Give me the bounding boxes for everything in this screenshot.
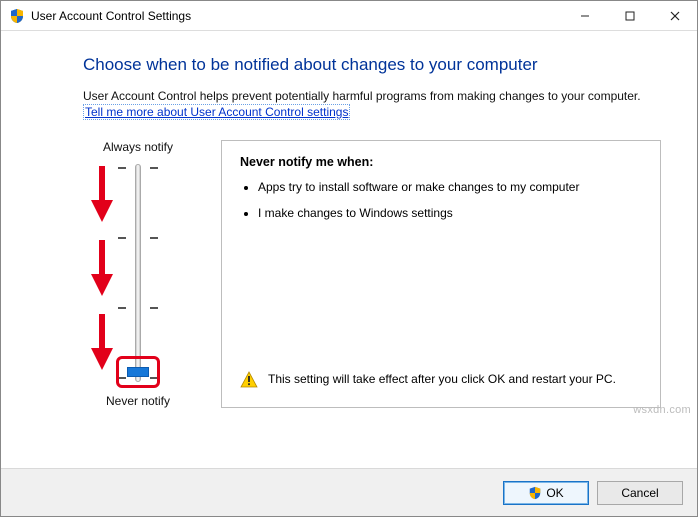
cancel-button-label: Cancel — [621, 486, 658, 500]
panel-bullet: I make changes to Windows settings — [258, 205, 642, 221]
panel-bullet: Apps try to install software or make cha… — [258, 179, 642, 195]
slider-thumb-highlight — [116, 356, 160, 388]
warning-icon — [240, 371, 258, 389]
slider-thumb[interactable] — [127, 367, 149, 377]
panel-title: Never notify me when: — [240, 155, 642, 169]
shield-icon — [528, 486, 542, 500]
slider-bottom-label: Never notify — [83, 394, 193, 408]
content-area: Choose when to be notified about changes… — [1, 31, 697, 468]
description-text: User Account Control helps prevent poten… — [83, 89, 661, 103]
window-title: User Account Control Settings — [31, 9, 191, 23]
description-panel: Never notify me when: Apps try to instal… — [221, 140, 661, 408]
maximize-button[interactable] — [607, 1, 652, 30]
warning-text: This setting will take effect after you … — [268, 371, 616, 387]
ok-button[interactable]: OK — [503, 481, 589, 505]
slider-top-label: Always notify — [83, 140, 193, 154]
minimize-button[interactable] — [562, 1, 607, 30]
help-link[interactable]: Tell me more about User Account Control … — [83, 104, 350, 120]
shield-icon — [9, 8, 25, 24]
cancel-button[interactable]: Cancel — [597, 481, 683, 505]
annotation-arrow-icon — [87, 162, 117, 226]
page-heading: Choose when to be notified about changes… — [83, 55, 661, 75]
close-button[interactable] — [652, 1, 697, 30]
slider-track[interactable] — [83, 162, 193, 384]
annotation-arrow-icon — [87, 236, 117, 300]
watermark-text: wsxdn.com — [633, 404, 691, 416]
titlebar: User Account Control Settings — [1, 1, 697, 31]
notification-slider[interactable]: Always notify — [83, 140, 193, 408]
dialog-footer: OK Cancel — [1, 468, 697, 516]
uac-settings-window: User Account Control Settings Choose whe… — [0, 0, 698, 517]
annotation-arrow-icon — [87, 310, 117, 374]
ok-button-label: OK — [546, 486, 563, 500]
